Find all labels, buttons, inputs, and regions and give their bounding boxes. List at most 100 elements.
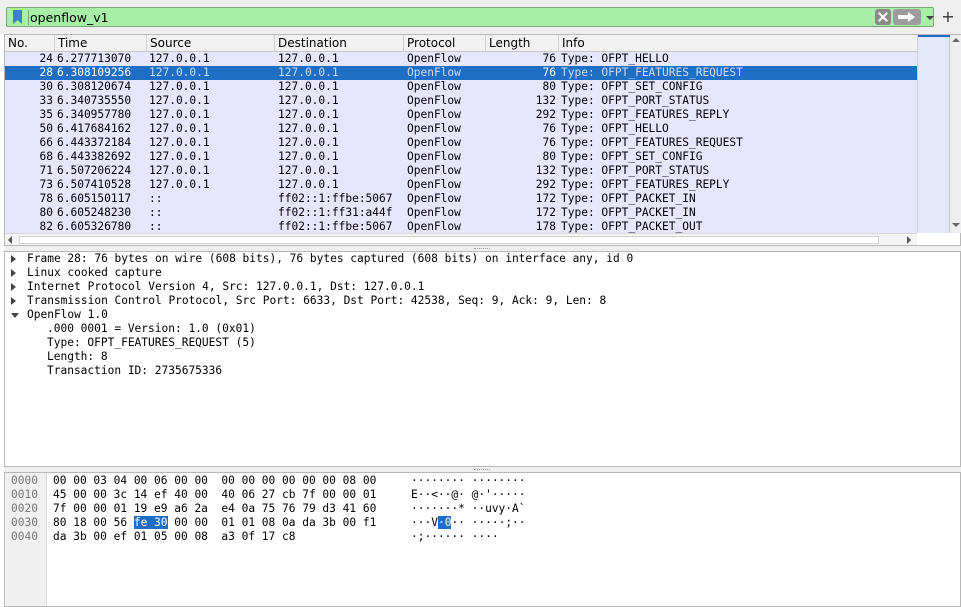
- detail-field[interactable]: .000 0001 = Version: 1.0 (0x01): [5, 322, 960, 336]
- packet-row[interactable]: 50 6.417684162 127.0.0.1 127.0.0.1 OpenFlow 7…: [5, 122, 917, 136]
- cell-destination: 127.0.0.1: [278, 136, 339, 149]
- cell-destination: 127.0.0.1: [278, 178, 339, 191]
- column-header-no[interactable]: No.: [5, 35, 55, 52]
- bytes-ascii[interactable]: ·;······ ····: [411, 530, 499, 544]
- detail-field[interactable]: Transaction ID: 2735675336: [5, 364, 960, 378]
- cell-protocol: OpenFlow: [407, 80, 461, 93]
- packet-minimap[interactable]: [918, 35, 950, 233]
- packet-row[interactable]: 33 6.340735550 127.0.0.1 127.0.0.1 OpenFlow 1…: [5, 94, 917, 108]
- scroll-left-icon[interactable]: [8, 236, 12, 244]
- cell-time: 6.308120674: [57, 80, 132, 93]
- cell-source: 127.0.0.1: [149, 164, 210, 177]
- packet-row[interactable]: 78 6.605150117:: ff02::1:ffbe:5067 OpenFlow…: [5, 192, 917, 206]
- cell-length: 292: [535, 178, 556, 191]
- bytes-ascii[interactable]: E··<··@· @·'·····: [411, 488, 526, 502]
- column-header-destination[interactable]: Destination: [275, 35, 404, 52]
- detail-section[interactable]: Frame 28: 76 bytes on wire (608 bits), 7…: [5, 252, 960, 266]
- cell-destination: 127.0.0.1: [278, 94, 339, 107]
- bytes-row: 0010 45 00 00 3c 14 ef 40 00 40 06 27 cb …: [5, 488, 955, 502]
- bytes-ascii[interactable]: ···V·0·· ·····;··: [411, 516, 526, 530]
- packet-row[interactable]: 28 6.308109256 127.0.0.1 127.0.0.1 OpenFlow 7…: [5, 66, 917, 80]
- column-header-length[interactable]: Length: [486, 35, 559, 52]
- column-header-info[interactable]: Info: [559, 35, 917, 52]
- cell-no: 28: [39, 66, 53, 79]
- collapsed-arrow-icon[interactable]: [11, 283, 16, 291]
- collapsed-arrow-icon[interactable]: [11, 255, 16, 263]
- packet-row[interactable]: 71 6.507206224 127.0.0.1 127.0.0.1 OpenFlow 1…: [5, 164, 917, 178]
- cell-time: 6.507206224: [57, 164, 132, 177]
- cell-length: 132: [535, 94, 556, 107]
- hex-segment: 80 18 00 56: [53, 516, 134, 529]
- cell-source: 127.0.0.1: [149, 80, 210, 93]
- expanded-arrow-icon[interactable]: [11, 313, 19, 318]
- cell-info: Type: OFPT_HELLO: [561, 52, 669, 65]
- packet-row[interactable]: 73 6.507410528 127.0.0.1 127.0.0.1 OpenFlow 2…: [5, 178, 917, 192]
- cell-destination: 127.0.0.1: [278, 122, 339, 135]
- detail-section[interactable]: Transmission Control Protocol, Src Port:…: [5, 294, 960, 308]
- bytes-offset: 0040: [11, 530, 38, 543]
- scroll-right-icon[interactable]: [907, 236, 911, 244]
- bytes-ascii[interactable]: ········ ········: [411, 474, 526, 488]
- collapsed-arrow-icon[interactable]: [11, 269, 16, 277]
- detail-text: Internet Protocol Version 4, Src: 127.0.…: [27, 280, 425, 293]
- detail-section[interactable]: Linux cooked capture: [5, 266, 960, 280]
- cell-length: 292: [535, 108, 556, 121]
- detail-section[interactable]: OpenFlow 1.0: [5, 308, 960, 322]
- packet-row[interactable]: 68 6.443382692 127.0.0.1 127.0.0.1 OpenFlow 8…: [5, 150, 917, 164]
- bytes-ascii[interactable]: ·······* ··uvy·A`: [411, 502, 526, 516]
- detail-field[interactable]: Type: OFPT_FEATURES_REQUEST (5): [5, 336, 960, 350]
- column-header-time[interactable]: Time: [55, 35, 147, 52]
- arrow-right-icon[interactable]: [893, 9, 921, 25]
- cell-info: Type: OFPT_PORT_STATUS: [561, 94, 710, 107]
- cell-destination: 127.0.0.1: [278, 80, 339, 93]
- packet-row[interactable]: 30 6.308120674 127.0.0.1 127.0.0.1 OpenFlow 8…: [5, 80, 917, 94]
- horizontal-scrollbar[interactable]: [5, 233, 917, 245]
- bookmark-icon[interactable]: [9, 10, 29, 25]
- packet-row[interactable]: 80 6.605248230:: ff02::1:ff31:a44f OpenFlow…: [5, 206, 917, 220]
- cell-protocol: OpenFlow: [407, 94, 461, 107]
- cell-no: 35: [39, 108, 53, 121]
- packet-row[interactable]: 82 6.605326780:: ff02::1:ffbe:5067 OpenFlow…: [5, 220, 917, 234]
- column-header-protocol[interactable]: Protocol: [404, 35, 486, 52]
- cell-protocol: OpenFlow: [407, 122, 461, 135]
- scroll-up-icon[interactable]: [952, 38, 960, 42]
- detail-text: Transaction ID: 2735675336: [47, 364, 223, 377]
- detail-text: Linux cooked capture: [27, 266, 162, 279]
- collapsed-arrow-icon[interactable]: [11, 297, 16, 305]
- display-filter-input[interactable]: openflow_v1: [6, 7, 934, 27]
- bytes-hex[interactable]: da 3b 00 ef 01 05 00 08 a3 0f 17 c8: [53, 530, 295, 544]
- detail-section[interactable]: Internet Protocol Version 4, Src: 127.0.…: [5, 280, 960, 294]
- cell-destination: 127.0.0.1: [278, 164, 339, 177]
- cell-no: 80: [39, 206, 53, 219]
- plus-icon[interactable]: +: [938, 7, 958, 27]
- cell-time: 6.443382692: [57, 150, 132, 163]
- detail-text: Frame 28: 76 bytes on wire (608 bits), 7…: [27, 252, 634, 265]
- cell-info: Type: OFPT_PACKET_IN: [561, 192, 696, 205]
- vertical-scrollbar[interactable]: [917, 35, 961, 233]
- cell-protocol: OpenFlow: [407, 66, 461, 79]
- detail-text: OpenFlow 1.0: [27, 308, 108, 321]
- packet-row[interactable]: 24 6.277713070 127.0.0.1 127.0.0.1 OpenFlow 7…: [5, 52, 917, 66]
- cell-protocol: OpenFlow: [407, 52, 461, 65]
- horizontal-scroll-thumb[interactable]: [19, 236, 879, 244]
- cell-destination: ff02::1:ffbe:5067: [278, 220, 393, 233]
- scroll-down-icon[interactable]: [952, 223, 960, 227]
- cell-info: Type: OFPT_HELLO: [561, 122, 669, 135]
- column-header-source[interactable]: Source: [147, 35, 275, 52]
- bytes-offset: 0000: [11, 474, 38, 487]
- packet-row[interactable]: 66 6.443372184 127.0.0.1 127.0.0.1 OpenFlow 7…: [5, 136, 917, 150]
- bytes-hex[interactable]: 7f 00 00 01 19 e9 a6 2a e4 0a 75 76 79 d…: [53, 502, 376, 516]
- filter-text[interactable]: openflow_v1: [30, 9, 109, 26]
- cell-time: 6.605326780: [57, 220, 132, 233]
- bytes-hex[interactable]: 80 18 00 56 fe 30 00 00 01 01 08 0a da 3…: [53, 516, 376, 530]
- packet-row[interactable]: 35 6.340957780 127.0.0.1 127.0.0.1 OpenFlow 2…: [5, 108, 917, 122]
- cell-time: 6.340735550: [57, 94, 132, 107]
- clear-x-icon[interactable]: [875, 9, 891, 25]
- cell-source: 127.0.0.1: [149, 66, 210, 79]
- bytes-hex[interactable]: 45 00 00 3c 14 ef 40 00 40 06 27 cb 7f 0…: [53, 488, 376, 502]
- cell-no: 82: [39, 220, 53, 233]
- chevron-down-icon[interactable]: [923, 9, 935, 25]
- bytes-hex[interactable]: 00 00 03 04 00 06 00 00 00 00 00 00 00 0…: [53, 474, 376, 488]
- cell-info: Type: OFPT_SET_CONFIG: [561, 80, 703, 93]
- detail-field[interactable]: Length: 8: [5, 350, 960, 364]
